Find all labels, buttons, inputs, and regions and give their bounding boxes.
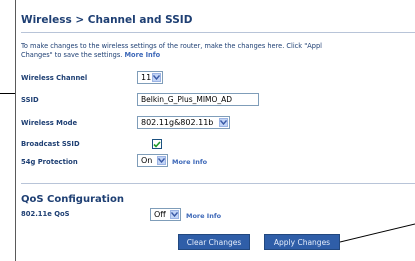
protection-more-info-link[interactable]: More Info <box>172 158 207 166</box>
qos-more-info-link[interactable]: More Info <box>186 212 221 220</box>
intro-line-1: To make changes to the wireless settings… <box>21 42 322 50</box>
intro-line-2-text: Changes" to save the settings. <box>21 51 123 59</box>
broadcast-ssid-checkbox[interactable] <box>152 139 162 149</box>
wireless-channel-select[interactable]: 11 <box>137 71 163 84</box>
qos-select[interactable]: Off <box>150 208 181 221</box>
broadcast-ssid-label: Broadcast SSID <box>21 140 80 148</box>
wireless-mode-value: 802.11g&802.11b <box>141 118 214 127</box>
chevron-down-icon <box>170 210 179 219</box>
wireless-mode-select[interactable]: 802.11g&802.11b <box>137 116 230 129</box>
intro-text: To make changes to the wireless settings… <box>21 42 415 60</box>
chevron-down-icon <box>219 118 228 127</box>
protection-54g-select[interactable]: On <box>137 154 168 167</box>
intro-line-2: Changes" to save the settings. More Info <box>21 51 415 60</box>
callout-line-left <box>0 93 15 94</box>
qos-section-title: QoS Configuration <box>21 194 124 205</box>
qos-label: 802.11e QoS <box>21 210 70 218</box>
checkmark-icon <box>153 140 161 148</box>
chevron-down-icon <box>152 73 161 82</box>
wireless-mode-label: Wireless Mode <box>21 119 78 127</box>
protection-54g-label: 54g Protection <box>21 158 78 166</box>
page-title: Wireless > Channel and SSID <box>21 14 193 26</box>
divider <box>21 32 415 33</box>
clear-changes-button[interactable]: Clear Changes <box>178 234 250 250</box>
apply-changes-button[interactable]: Apply Changes <box>264 234 340 250</box>
wireless-channel-value: 11 <box>141 73 152 82</box>
ssid-label: SSID <box>21 96 39 104</box>
wireless-channel-label: Wireless Channel <box>21 74 88 82</box>
intro-more-info-link[interactable]: More Info <box>124 51 160 59</box>
ssid-input[interactable]: Belkin_G_Plus_MIMO_AD <box>137 93 259 106</box>
protection-54g-value: On <box>141 156 153 165</box>
chevron-down-icon <box>157 156 166 165</box>
qos-value: Off <box>154 210 166 219</box>
callout-line-right <box>340 223 415 243</box>
section-divider <box>21 183 415 184</box>
